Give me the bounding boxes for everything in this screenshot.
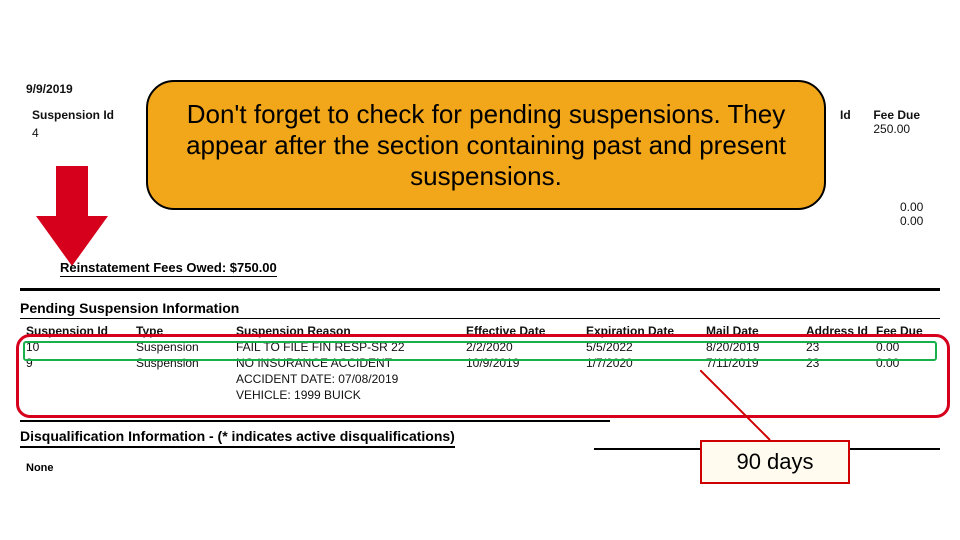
- cell: 7/11/2019: [706, 356, 806, 370]
- pending-table: Suspension Id Type Suspension Reason Eff…: [20, 324, 940, 402]
- id-value: [840, 122, 870, 136]
- down-arrow-icon: [36, 166, 108, 266]
- suspension-id-value: 4: [32, 126, 39, 140]
- cell: 10/9/2019: [466, 356, 586, 370]
- col-mail: Mail Date: [706, 324, 806, 338]
- fee-sub-row: 0.00: [900, 214, 923, 228]
- suspension-id-label: Suspension Id: [32, 108, 114, 122]
- cell: NO INSURANCE ACCIDENT: [236, 356, 466, 370]
- page-container: { "report_date": "9/9/2019", "top_left":…: [0, 0, 960, 540]
- divider: [20, 318, 940, 319]
- table-extra: ACCIDENT DATE: 07/08/2019: [20, 372, 940, 386]
- cell: 2/2/2020: [466, 340, 586, 354]
- fee-due-header: Fee Due: [873, 108, 933, 122]
- cell: 23: [806, 340, 876, 354]
- cell: Suspension: [136, 356, 236, 370]
- report-date: 9/9/2019: [26, 82, 73, 96]
- ninety-days-text: 90 days: [736, 449, 813, 475]
- fee-sub-row: 0.00: [900, 200, 923, 214]
- col-reason: Suspension Reason: [236, 324, 466, 338]
- col-expiration: Expiration Date: [586, 324, 706, 338]
- cell: ACCIDENT DATE: 07/08/2019: [236, 372, 466, 386]
- table-row: 9 Suspension NO INSURANCE ACCIDENT 10/9/…: [20, 356, 940, 370]
- callout-text: Don't forget to check for pending suspen…: [178, 99, 794, 192]
- col-suspension-id: Suspension Id: [20, 324, 136, 338]
- divider: [20, 420, 610, 422]
- top-right-header: Id Fee Due 250.00: [840, 108, 933, 136]
- cell: 1/7/2020: [586, 356, 706, 370]
- reinstatement-fees-line: Reinstatement Fees Owed: $750.00: [60, 260, 277, 277]
- cell: Suspension: [136, 340, 236, 354]
- cell: 0.00: [876, 340, 936, 354]
- cell: 5/5/2022: [586, 340, 706, 354]
- col-effective: Effective Date: [466, 324, 586, 338]
- col-type: Type: [136, 324, 236, 338]
- table-extra: VEHICLE: 1999 BUICK: [20, 388, 940, 402]
- disq-none: None: [26, 462, 54, 474]
- cell: FAIL TO FILE FIN RESP-SR 22: [236, 340, 466, 354]
- cell: 10: [20, 340, 136, 354]
- col-address-id: Address Id: [806, 324, 876, 338]
- pending-section-title: Pending Suspension Information: [20, 300, 239, 316]
- table-row: 10 Suspension FAIL TO FILE FIN RESP-SR 2…: [20, 340, 940, 354]
- callout-tip: Don't forget to check for pending suspen…: [146, 80, 826, 210]
- col-fee-due: Fee Due: [876, 324, 936, 338]
- cell: 23: [806, 356, 876, 370]
- fee-due-value: 250.00: [873, 122, 933, 136]
- cell: VEHICLE: 1999 BUICK: [236, 388, 466, 402]
- ninety-days-callout: 90 days: [700, 440, 850, 484]
- cell: 9: [20, 356, 136, 370]
- divider: [20, 288, 940, 291]
- fee-sub-rows: 0.00 0.00: [900, 200, 923, 228]
- id-header: Id: [840, 108, 870, 122]
- disq-section-title: Disqualification Information - (* indica…: [20, 428, 455, 448]
- cell: 0.00: [876, 356, 936, 370]
- cell: 8/20/2019: [706, 340, 806, 354]
